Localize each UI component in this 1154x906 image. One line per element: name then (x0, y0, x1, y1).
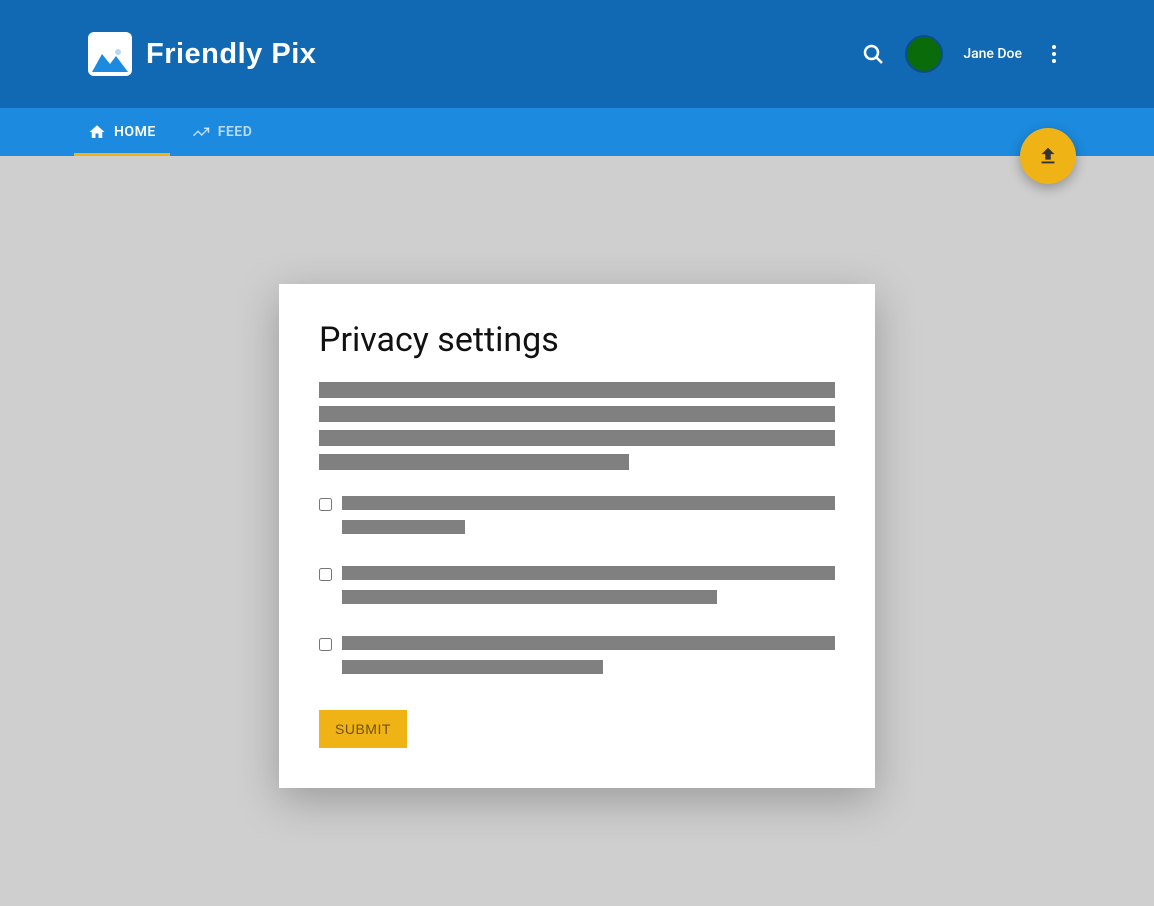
tab-label: FEED (218, 124, 253, 140)
app-logo-icon (88, 32, 132, 76)
redacted-option-text (342, 636, 835, 684)
username-label[interactable]: Jane Doe (963, 46, 1022, 62)
search-icon[interactable] (861, 42, 885, 66)
privacy-checkbox-2[interactable] (319, 568, 332, 581)
tab-home[interactable]: HOME (88, 108, 156, 156)
logo-area[interactable]: Friendly Pix (88, 32, 316, 76)
user-avatar[interactable] (905, 35, 943, 73)
card-title: Privacy settings (319, 320, 835, 360)
privacy-checkbox-1[interactable] (319, 498, 332, 511)
more-vert-icon[interactable] (1042, 42, 1066, 66)
privacy-option-1 (319, 496, 835, 544)
content-area: Privacy settings (0, 156, 1154, 906)
app-header: Friendly Pix Jane Doe (0, 0, 1154, 108)
privacy-option-2 (319, 566, 835, 614)
tab-feed[interactable]: FEED (192, 108, 253, 156)
app-title: Friendly Pix (146, 38, 316, 71)
nav-bar: HOME FEED (0, 108, 1154, 156)
privacy-option-3 (319, 636, 835, 684)
privacy-checkbox-3[interactable] (319, 638, 332, 651)
tab-label: HOME (114, 124, 156, 140)
redacted-intro-text (319, 382, 835, 470)
home-icon (88, 123, 106, 141)
upload-fab[interactable] (1020, 128, 1076, 184)
header-right: Jane Doe (861, 35, 1066, 73)
upload-icon (1037, 145, 1059, 167)
submit-button[interactable]: SUBMIT (319, 710, 407, 748)
privacy-settings-card: Privacy settings (279, 284, 875, 788)
trending-icon (192, 123, 210, 141)
redacted-option-text (342, 566, 835, 614)
redacted-option-text (342, 496, 835, 544)
